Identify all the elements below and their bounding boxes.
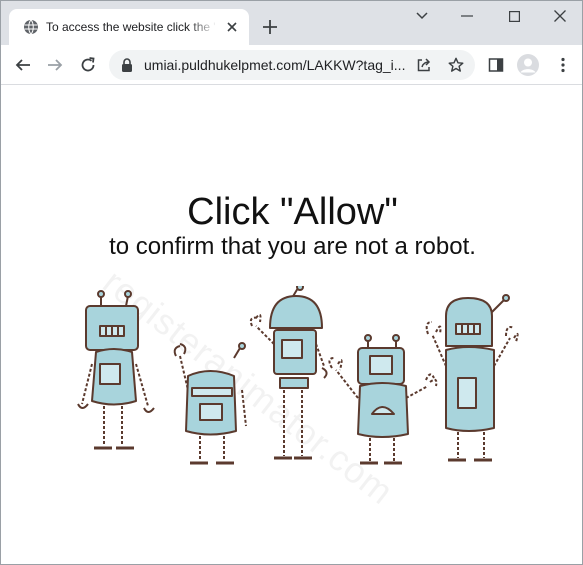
- forward-arrow-icon[interactable]: [43, 53, 67, 77]
- url-text[interactable]: umiai.puldhukelpmet.com/LAKKW?tag_i...: [144, 57, 406, 73]
- globe-icon: [23, 19, 39, 35]
- menu-kebab-icon[interactable]: [551, 53, 575, 77]
- tab-title-fade: [189, 17, 217, 37]
- robot-3: [249, 286, 328, 460]
- close-tab-icon[interactable]: [223, 18, 241, 36]
- address-bar[interactable]: umiai.puldhukelpmet.com/LAKKW?tag_i...: [109, 50, 475, 80]
- robots-illustration: [77, 286, 519, 465]
- profile-avatar-icon[interactable]: [516, 53, 540, 77]
- reload-icon[interactable]: [76, 53, 100, 77]
- maximize-icon[interactable]: [501, 5, 527, 27]
- robot-4: [328, 334, 438, 465]
- share-icon[interactable]: [414, 55, 434, 75]
- robot-2: [173, 342, 247, 465]
- minimize-icon[interactable]: [454, 5, 480, 27]
- tab-strip: To access the website click the "Allow" …: [1, 1, 582, 45]
- robot-5: [425, 294, 519, 462]
- bookmark-star-icon[interactable]: [446, 55, 466, 75]
- page-content: registeranimator.com Click "Allow" to co…: [1, 86, 582, 564]
- new-tab-icon[interactable]: [259, 16, 281, 38]
- robot-1: [77, 290, 155, 450]
- browser-window: To access the website click the "Allow" …: [0, 0, 583, 565]
- browser-toolbar: umiai.puldhukelpmet.com/LAKKW?tag_i...: [1, 45, 582, 85]
- back-arrow-icon[interactable]: [11, 53, 35, 77]
- close-window-icon[interactable]: [547, 5, 573, 27]
- tab-active[interactable]: To access the website click the "Allow" …: [9, 9, 249, 45]
- lock-icon[interactable]: [121, 57, 135, 73]
- tab-search-chevron-icon[interactable]: [409, 5, 435, 27]
- page-headline: Click "Allow": [187, 191, 398, 233]
- page-subline: to confirm that you are not a robot.: [109, 233, 476, 260]
- side-panel-icon[interactable]: [484, 53, 508, 77]
